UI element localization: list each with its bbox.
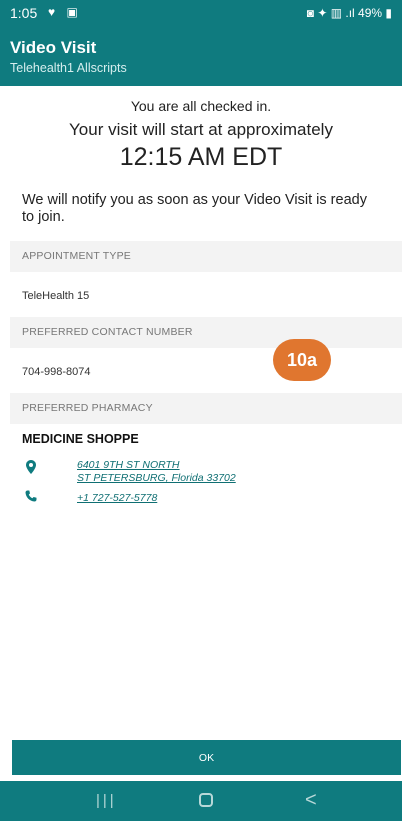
- app-bar: Video Visit Telehealth1 Allscripts: [0, 28, 402, 86]
- status-bar: 1:05 ♥ ▣ ◙ ✦ ▥ .ıl 49% ▮: [0, 0, 402, 28]
- notify-message: We will notify you as soon as your Video…: [22, 192, 367, 225]
- step-badge: 10a: [273, 339, 331, 381]
- page-subtitle: Telehealth1 Allscripts: [10, 61, 127, 75]
- pharmacy-phone-link[interactable]: +1 727-527-5778: [77, 492, 157, 504]
- checked-in-message: You are all checked in.: [130, 98, 272, 114]
- page-title: Video Visit: [10, 38, 97, 57]
- system-status-icons: ◙ ✦ ▥ .ıl 49% ▮: [306, 6, 392, 20]
- recents-icon[interactable]: |||: [96, 792, 117, 809]
- preferred-pharmacy-header: PREFERRED PHARMACY: [10, 393, 402, 424]
- pharmacy-name: MEDICINE SHOPPE: [22, 432, 139, 446]
- pharmacy-address-line2-link[interactable]: ST PETERSBURG, Florida 33702: [77, 472, 236, 484]
- contact-number-header: PREFERRED CONTACT NUMBER: [10, 317, 402, 348]
- pharmacy-address-line1-link[interactable]: 6401 9TH ST NORTH: [77, 459, 180, 471]
- status-time: 1:05: [10, 5, 38, 21]
- location-pin-icon: [26, 460, 36, 474]
- notification-icons: ♥ ▣: [48, 5, 82, 19]
- visit-start-time: 12:15 AM EDT: [119, 143, 283, 171]
- appointment-type-header: APPOINTMENT TYPE: [10, 241, 402, 272]
- visit-start-message: Your visit will start at approximately: [69, 120, 333, 139]
- appointment-type-value: TeleHealth 15: [22, 290, 90, 302]
- home-icon[interactable]: [199, 793, 213, 807]
- contact-number-value: 704-998-8074: [22, 366, 91, 378]
- back-icon[interactable]: <: [305, 789, 317, 812]
- system-nav-bar: ||| <: [0, 781, 402, 821]
- phone-icon: [25, 490, 37, 502]
- ok-button[interactable]: OK: [12, 740, 401, 775]
